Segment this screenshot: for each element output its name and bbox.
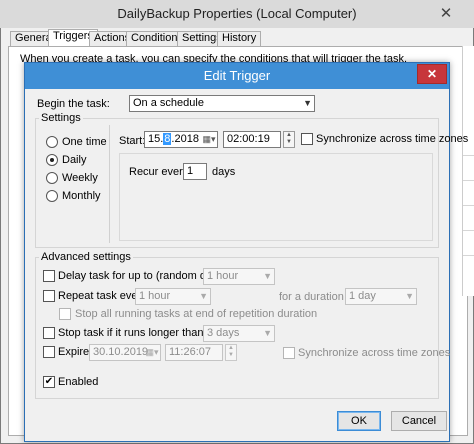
radio-one-time[interactable]: [46, 136, 58, 148]
radio-monthly[interactable]: [46, 190, 58, 202]
chevron-down-icon: ▼: [405, 291, 414, 301]
trigger-list-row-line: [463, 155, 474, 156]
trigger-list-row-line: [463, 205, 474, 206]
chevron-down-icon: ▼: [263, 328, 272, 338]
trigger-list-row-line: [463, 180, 474, 181]
chevron-down-icon: ▼: [199, 291, 208, 301]
ok-button[interactable]: OK: [337, 411, 381, 431]
settings-vertical-divider: [109, 125, 110, 243]
radio-weekly[interactable]: [46, 172, 58, 184]
sync-timezones-label[interactable]: Synchronize across time zones: [316, 133, 468, 145]
stop-longer-label[interactable]: Stop task if it runs longer than:: [58, 327, 207, 339]
enabled-label[interactable]: Enabled: [58, 376, 98, 388]
stop-running-label[interactable]: Stop all running tasks at end of repetit…: [75, 308, 317, 320]
radio-monthly-label[interactable]: Monthly: [62, 190, 101, 202]
enabled-checkbox[interactable]: ✔: [43, 376, 55, 388]
checkmark-icon: ✔: [44, 376, 54, 387]
recur-every-label: Recur every:: [129, 166, 192, 178]
begin-task-value: On a schedule: [133, 97, 204, 109]
expire-checkbox[interactable]: [43, 346, 55, 358]
repeat-interval-select[interactable]: 1 hour ▼: [135, 288, 211, 305]
expire-sync-label[interactable]: Synchronize across time zones: [298, 347, 450, 359]
cancel-button[interactable]: Cancel: [391, 411, 447, 431]
chevron-down-icon: ▼: [263, 271, 272, 281]
trigger-list-row-line: [463, 255, 474, 256]
radio-daily-label[interactable]: Daily: [62, 154, 86, 166]
start-date-picker[interactable]: 15.8.2018 ▦▾: [144, 131, 218, 148]
delay-select[interactable]: 1 hour ▼: [203, 268, 275, 285]
advanced-settings-group-label: Advanced settings: [39, 251, 133, 263]
begin-task-label: Begin the task:: [37, 98, 110, 110]
tab-history[interactable]: History: [217, 31, 262, 46]
expire-label[interactable]: Expire:: [58, 346, 92, 358]
background-window-title: DailyBackup Properties (Local Computer): [117, 6, 357, 21]
dialog-close-button[interactable]: ✕: [417, 64, 447, 84]
begin-task-select[interactable]: On a schedule ▼: [129, 95, 315, 112]
chevron-down-icon: ▼: [303, 98, 312, 108]
trigger-list-edge: [462, 46, 474, 296]
dialog-title: Edit Trigger: [203, 68, 271, 83]
calendar-icon[interactable]: ▦▾: [202, 132, 216, 147]
delay-checkbox[interactable]: [43, 270, 55, 282]
radio-daily[interactable]: [46, 154, 58, 166]
start-time-spinner-icon[interactable]: ▲ ▼: [283, 131, 295, 148]
stop-longer-select[interactable]: 3 days ▼: [203, 325, 275, 342]
settings-group-label: Settings: [39, 112, 83, 124]
expire-sync-checkbox[interactable]: [283, 347, 295, 359]
sync-timezones-checkbox[interactable]: [301, 133, 313, 145]
radio-weekly-label[interactable]: Weekly: [62, 172, 98, 184]
stop-longer-checkbox[interactable]: [43, 327, 55, 339]
stop-running-checkbox[interactable]: [59, 308, 71, 320]
expire-time-spinner-icon[interactable]: ▲ ▼: [225, 344, 237, 361]
duration-select[interactable]: 1 day ▼: [345, 288, 417, 305]
recur-unit-label: days: [212, 166, 236, 178]
edit-trigger-dialog: Edit Trigger ✕ Begin the task: On a sche…: [24, 62, 468, 442]
radio-one-time-label[interactable]: One time: [62, 136, 107, 148]
start-label: Start:: [119, 135, 146, 147]
recur-every-input[interactable]: 1: [183, 163, 207, 180]
trigger-list-row-line: [463, 230, 474, 231]
expire-time-field[interactable]: 11:26:07: [165, 344, 223, 361]
expire-date-picker[interactable]: 30.10.2019 ▦▾: [89, 344, 161, 361]
start-time-field[interactable]: 02:00:19: [223, 131, 281, 148]
calendar-icon[interactable]: ▦▾: [145, 345, 159, 360]
repeat-checkbox[interactable]: [43, 290, 55, 302]
background-close-icon[interactable]: ✕: [434, 4, 458, 24]
